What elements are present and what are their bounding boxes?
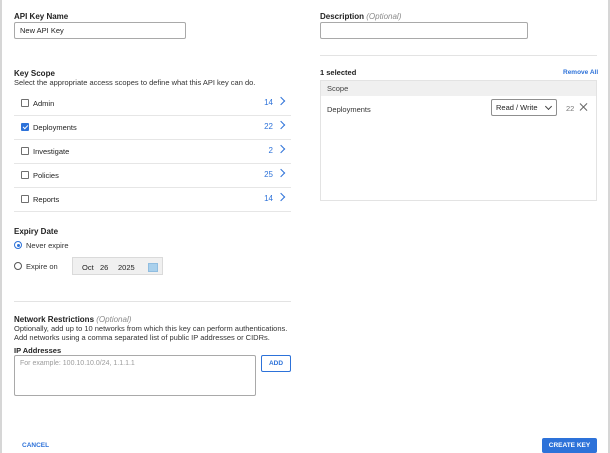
expire-on-radio[interactable] [14,262,22,270]
permission-select[interactable]: Read / Write [491,99,557,116]
checkbox-checked-icon[interactable] [21,123,29,131]
scope-count: 25 [264,170,273,179]
expire-on-label: Expire on [26,262,58,271]
expiry-month[interactable]: Oct [82,263,94,272]
scope-count: 22 [264,122,273,131]
ip-addresses-textarea[interactable]: For example: 100.10.10.0/24, 1.1.1.1 [14,355,256,396]
scope-name: Admin [33,99,55,108]
create-key-button[interactable]: CREATE KEY [542,438,597,453]
scope-name: Investigate [33,147,70,156]
description-optional-text: (Optional) [366,12,402,21]
api-key-name-input[interactable]: New API Key [14,22,186,39]
description-label: Description (Optional) [320,12,401,21]
add-ip-button[interactable]: ADD [261,355,291,372]
calendar-icon[interactable] [148,263,158,272]
selected-scope-count: 22 [566,104,575,113]
scope-count: 14 [264,98,273,107]
top-divider [320,55,597,56]
checkbox-icon[interactable] [21,147,29,155]
checkbox-icon[interactable] [21,99,29,107]
scope-name: Deployments [33,123,77,132]
chevron-right-icon[interactable] [276,144,286,154]
network-optional-text: (Optional) [96,315,132,324]
chevron-right-icon[interactable] [276,168,286,178]
key-scope-subtitle: Select the appropriate access scopes to … [14,78,256,87]
expiry-date-title: Expiry Date [14,227,59,236]
api-key-name-label: API Key Name [14,12,69,21]
network-description-line2: Add networks using a comma separated lis… [14,333,270,342]
network-description-line1: Optionally, add up to 10 networks from w… [14,324,288,333]
permission-select-value: Read / Write [496,103,538,112]
scope-row-reports[interactable]: Reports 14 [14,188,291,212]
network-restrictions-title-text: Network Restrictions [14,315,95,324]
scope-count: 14 [264,194,273,203]
description-label-text: Description [320,12,365,21]
network-restrictions-title: Network Restrictions (Optional) [14,315,131,324]
chevron-right-icon[interactable] [276,120,286,130]
scope-row-deployments[interactable]: Deployments 22 [14,116,291,140]
scope-count: 2 [268,146,273,155]
scope-name: Reports [33,195,60,204]
scope-row-policies[interactable]: Policies 25 [14,164,291,188]
network-divider [14,301,291,302]
never-expire-label: Never expire [26,241,69,250]
scope-row-admin[interactable]: Admin 14 [14,92,291,116]
selected-scope-name: Deployments [327,105,371,114]
expiry-day[interactable]: 26 [100,263,108,272]
scope-row-investigate[interactable]: Investigate 2 [14,140,291,164]
chevron-right-icon[interactable] [276,96,286,106]
expiry-date-picker[interactable]: Oct 26 2025 [72,257,163,275]
close-icon[interactable] [579,102,589,112]
selected-count-text: 1 selected [320,68,357,77]
checkbox-icon[interactable] [21,195,29,203]
selected-scopes-panel: Scope Deployments Read / Write 22 [320,80,597,201]
remove-all-link[interactable]: Remove All [563,69,598,76]
chevron-down-icon [544,102,553,111]
selected-scopes-header: Scope [321,81,596,96]
description-input[interactable] [320,22,528,39]
cancel-button[interactable]: CANCEL [22,442,49,449]
scope-name: Policies [33,171,59,180]
expiry-year[interactable]: 2025 [118,263,135,272]
ip-addresses-label: IP Addresses [14,346,62,355]
checkbox-icon[interactable] [21,171,29,179]
key-scope-title: Key Scope [14,69,55,78]
chevron-right-icon[interactable] [276,192,286,202]
never-expire-radio[interactable] [14,241,22,249]
